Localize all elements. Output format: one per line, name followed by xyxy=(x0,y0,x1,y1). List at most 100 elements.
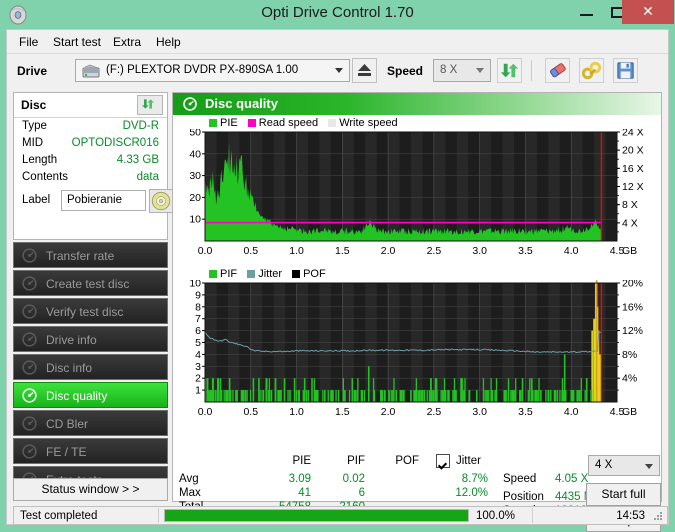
svg-text:40: 40 xyxy=(189,148,201,160)
stats-speed-label: Speed xyxy=(503,473,537,485)
sidebar-item-label: Disc info xyxy=(46,361,93,375)
svg-text:1: 1 xyxy=(195,385,201,397)
svg-text:20%: 20% xyxy=(622,280,643,290)
close-button[interactable]: ✕ xyxy=(622,0,674,24)
disc-row-length: Length 4.33 GB xyxy=(14,154,167,171)
eject-button[interactable] xyxy=(352,58,377,83)
speed-label: Speed xyxy=(387,64,424,78)
svg-text:50: 50 xyxy=(189,129,201,139)
gauge-icon xyxy=(21,303,38,320)
svg-text:3: 3 xyxy=(195,361,201,373)
svg-text:3.5: 3.5 xyxy=(518,406,533,418)
status-bar: Test completed 100.0% 14:53 xyxy=(13,506,668,525)
svg-text:GB: GB xyxy=(622,245,637,257)
svg-text:2.5: 2.5 xyxy=(427,406,442,418)
menu-file[interactable]: File xyxy=(15,34,42,50)
gauge-icon xyxy=(182,96,198,112)
resize-grip[interactable] xyxy=(654,512,664,522)
erase-button[interactable] xyxy=(545,58,570,83)
disc-quality-header: Disc quality xyxy=(173,93,661,115)
gauge-icon xyxy=(21,359,38,376)
speed-select[interactable]: 8 X xyxy=(433,59,491,82)
gauge-icon xyxy=(21,247,38,264)
svg-text:3.0: 3.0 xyxy=(472,245,487,257)
disc-row-key: Length xyxy=(22,154,58,166)
stats-row-label-avg: Avg xyxy=(179,473,199,485)
disc-row-value: DVD-R xyxy=(122,120,159,132)
svg-text:20 X: 20 X xyxy=(622,145,644,157)
sidebar-item-label: Disc quality xyxy=(46,389,108,403)
gauge-icon xyxy=(21,387,38,404)
disc-label-button[interactable] xyxy=(149,189,173,213)
disc-label-row: Label Pobieranie xyxy=(14,189,173,215)
tools-button[interactable] xyxy=(579,58,604,83)
progress-percent: 100.0% xyxy=(476,510,516,522)
start-full-label: Start full xyxy=(601,487,646,501)
svg-text:0.5: 0.5 xyxy=(243,245,258,257)
sidebar-item-fe-te[interactable]: FE / TE xyxy=(13,438,168,464)
save-icon xyxy=(617,62,634,79)
toolbar: Drive (F:) PLEXTOR DVDR PX-890SA 1.00 Sp… xyxy=(7,53,668,89)
disc-refresh-button[interactable] xyxy=(137,95,163,115)
svg-text:0.0: 0.0 xyxy=(198,406,213,418)
sidebar-item-verify-test-disc[interactable]: Verify test disc xyxy=(13,298,168,324)
disc-row-value: 4.33 GB xyxy=(116,154,159,166)
sidebar-item-disc-info[interactable]: Disc info xyxy=(13,354,168,380)
legend-label-pie: PIE xyxy=(220,117,238,129)
drive-select[interactable]: (F:) PLEXTOR DVDR PX-890SA 1.00 xyxy=(75,59,350,82)
close-icon: ✕ xyxy=(642,3,654,19)
svg-text:3.5: 3.5 xyxy=(518,245,533,257)
sidebar-item-label: Drive info xyxy=(46,333,97,347)
svg-text:2.0: 2.0 xyxy=(381,245,396,257)
sidebar-item-disc-quality[interactable]: Disc quality xyxy=(13,382,168,408)
pie-chart: 10 20 30 40 50 4 X 8 X 12 X 16 X 20 X 24 X 0.0 0.5 1.… xyxy=(189,129,644,257)
svg-text:2.5: 2.5 xyxy=(427,245,442,257)
svg-text:5: 5 xyxy=(195,337,201,349)
svg-text:8 X: 8 X xyxy=(622,199,638,211)
eraser-icon xyxy=(550,63,566,78)
pif-chart-legend: PIF Jitter POF xyxy=(209,268,326,280)
svg-text:12%: 12% xyxy=(622,325,643,337)
disc-row-key: MID xyxy=(22,137,44,149)
pie-chart-legend: PIE Read speed Write speed xyxy=(209,117,398,129)
save-button[interactable] xyxy=(613,58,638,83)
svg-text:4 X: 4 X xyxy=(622,217,638,229)
sidebar-item-label: CD Bler xyxy=(46,417,89,431)
gauge-icon xyxy=(21,331,38,348)
jitter-checkbox[interactable] xyxy=(436,454,450,468)
svg-text:4%: 4% xyxy=(622,373,637,385)
disc-panel-header: Disc xyxy=(14,93,167,118)
svg-text:3.0: 3.0 xyxy=(472,406,487,418)
status-divider xyxy=(532,508,533,523)
svg-text:4.0: 4.0 xyxy=(564,406,579,418)
svg-text:10: 10 xyxy=(189,280,201,290)
svg-text:1.5: 1.5 xyxy=(335,406,350,418)
start-full-button[interactable]: Start full xyxy=(586,483,661,506)
sidebar-item-transfer-rate[interactable]: Transfer rate xyxy=(13,242,168,268)
legend-swatch-jitter xyxy=(247,270,256,278)
test-speed-select[interactable]: 4 X xyxy=(588,455,660,476)
menu-extra[interactable]: Extra xyxy=(109,34,145,50)
svg-text:7: 7 xyxy=(195,313,201,325)
refresh-icon xyxy=(142,99,154,109)
disc-row-mid: MID OPTODISCR016 xyxy=(14,137,167,154)
drive-icon xyxy=(82,64,100,78)
disc-label-input[interactable]: Pobieranie xyxy=(61,190,146,211)
panel-title: Disc quality xyxy=(205,96,278,111)
menu-help[interactable]: Help xyxy=(152,34,185,50)
legend-swatch-read-speed xyxy=(247,119,256,127)
refresh-button[interactable] xyxy=(497,58,522,83)
svg-text:9: 9 xyxy=(195,289,201,301)
sidebar-item-drive-info[interactable]: Drive info xyxy=(13,326,168,352)
app-window: Opti Drive Control 1.70 ✕ File Start tes… xyxy=(0,0,675,532)
sidebar-item-cd-bler[interactable]: CD Bler xyxy=(13,410,168,436)
legend-label-jitter: Jitter xyxy=(258,268,283,280)
menu-start-test[interactable]: Start test xyxy=(49,34,105,50)
svg-text:0.5: 0.5 xyxy=(243,406,258,418)
status-message: Test completed xyxy=(20,510,98,522)
drive-label: Drive xyxy=(17,64,48,78)
sidebar-item-create-test-disc[interactable]: Create test disc xyxy=(13,270,168,296)
menu-bar: File Start test Extra Help xyxy=(7,30,668,53)
svg-text:1.5: 1.5 xyxy=(335,245,350,257)
status-window-button[interactable]: Status window > > xyxy=(13,478,168,501)
